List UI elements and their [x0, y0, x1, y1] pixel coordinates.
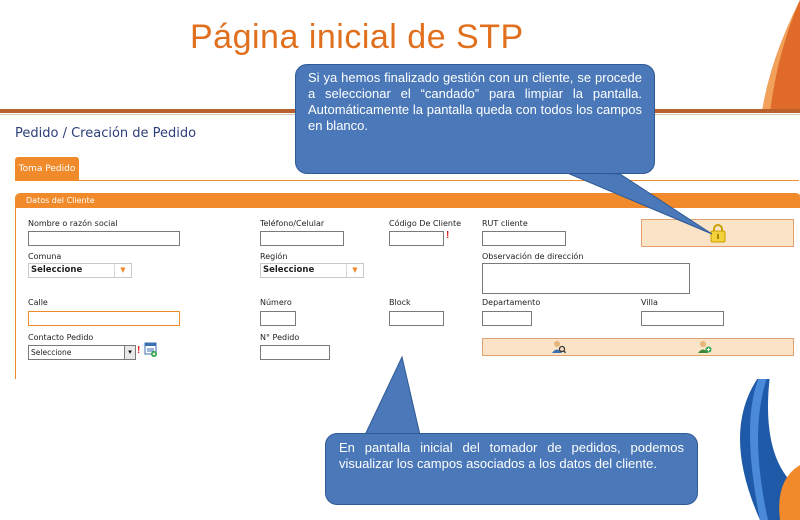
- departamento-input[interactable]: [482, 311, 532, 326]
- chevron-down-icon: ▼: [114, 264, 131, 277]
- callout-initial-screen: En pantalla inicial del tomador de pedid…: [325, 433, 698, 505]
- numero-input[interactable]: [260, 311, 296, 326]
- npedido-input[interactable]: [260, 345, 330, 360]
- slide-title: Página inicial de STP: [190, 18, 524, 56]
- codigo-cliente-label: Código De Cliente: [389, 219, 462, 228]
- callout-pointer: [364, 355, 421, 436]
- action-bar: [482, 338, 794, 356]
- departamento-label: Departamento: [482, 298, 541, 307]
- observacion-label: Observación de dirección: [482, 252, 584, 261]
- comuna-label: Comuna: [28, 252, 62, 261]
- region-label: Región: [260, 252, 288, 261]
- comuna-value: Seleccione: [31, 265, 83, 275]
- calle-label: Calle: [28, 298, 48, 307]
- callout-lock-info: Si ya hemos finalizado gestión con un cl…: [295, 64, 655, 174]
- swoosh-decoration: [740, 375, 800, 520]
- numero-label: Número: [260, 298, 292, 307]
- corner-decoration: [762, 0, 800, 112]
- page-title: Pedido / Creación de Pedido: [15, 126, 197, 141]
- villa-input[interactable]: [641, 311, 724, 326]
- nombre-label: Nombre o razón social: [28, 219, 118, 228]
- chevron-down-icon: ▾: [124, 346, 135, 359]
- npedido-label: N° Pedido: [260, 333, 300, 342]
- rut-label: RUT cliente: [482, 219, 528, 228]
- comuna-select[interactable]: Seleccione ▼: [28, 263, 132, 278]
- contact-add-icon[interactable]: [144, 342, 158, 358]
- region-select[interactable]: Seleccione ▼: [260, 263, 364, 278]
- add-customer-button[interactable]: [697, 340, 713, 354]
- block-input[interactable]: [389, 311, 444, 326]
- region-value: Seleccione: [263, 265, 315, 275]
- user-search-icon: [552, 341, 566, 354]
- telefono-label: Teléfono/Celular: [260, 219, 325, 228]
- required-marker: !: [446, 230, 450, 241]
- user-add-icon: [698, 341, 712, 353]
- contacto-value: Seleccione: [31, 348, 72, 357]
- block-label: Block: [389, 298, 411, 307]
- tab-toma-pedido[interactable]: Toma Pedido: [15, 157, 79, 181]
- contacto-label: Contacto Pedido: [28, 333, 94, 342]
- required-marker: !: [137, 345, 141, 356]
- contacto-select[interactable]: Seleccione ▾: [28, 345, 136, 360]
- search-customer-button[interactable]: [551, 340, 567, 354]
- calle-input[interactable]: [28, 311, 180, 326]
- codigo-cliente-input[interactable]: [389, 231, 444, 246]
- rut-input[interactable]: [482, 231, 566, 246]
- villa-label: Villa: [641, 298, 658, 307]
- telefono-input[interactable]: [260, 231, 344, 246]
- observacion-textarea[interactable]: [482, 263, 690, 294]
- nombre-input[interactable]: [28, 231, 180, 246]
- chevron-down-icon: ▼: [346, 264, 363, 277]
